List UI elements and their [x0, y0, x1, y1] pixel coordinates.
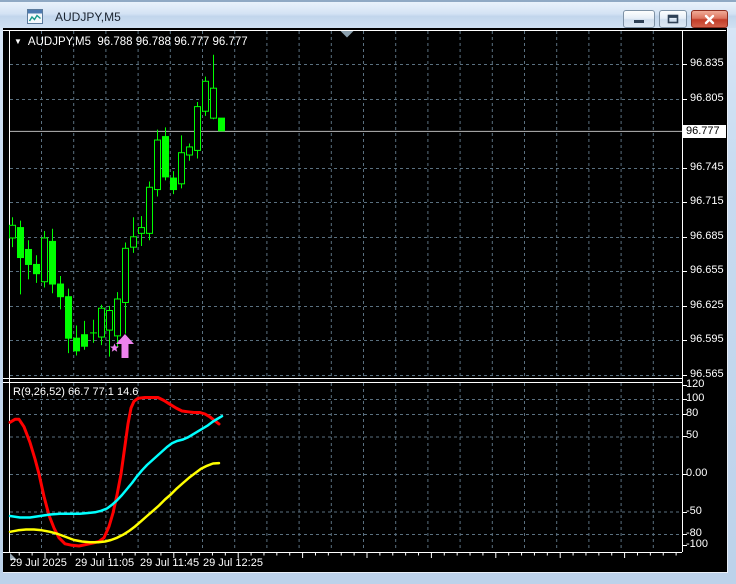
price-axis-label: 96.715 — [690, 195, 724, 207]
candle-body — [130, 236, 137, 248]
candle-body — [98, 307, 105, 338]
candle-body — [186, 146, 193, 156]
candle-body — [218, 117, 225, 132]
candle-body — [162, 136, 169, 178]
candle-body — [17, 227, 24, 259]
time-axis-label: 29 Jul 11:05 — [75, 557, 135, 569]
candle-body — [122, 247, 129, 303]
candle-body — [49, 240, 56, 285]
candle-body — [202, 80, 209, 112]
price-axis-label: 96.655 — [690, 264, 724, 276]
current-price-tag: 96.777 — [683, 124, 726, 138]
candle-body — [65, 296, 72, 339]
chart-shift-marker — [340, 31, 354, 38]
candle-body — [73, 337, 80, 352]
indicator-axis-label: 50 — [686, 429, 699, 441]
price-axis-label: 96.805 — [690, 92, 724, 104]
candle-body — [9, 224, 16, 239]
chart-legend: ▼ AUDJPY,M5 96.788 96.788 96.777 96.777 — [14, 36, 248, 48]
indicator-axis-label: -100 — [686, 538, 709, 550]
price-axis-label: 96.685 — [690, 230, 724, 242]
candle-body — [106, 310, 113, 331]
candle-body — [154, 139, 161, 191]
candle-body — [170, 177, 177, 191]
candle-body — [25, 248, 32, 265]
candle-body — [41, 237, 48, 283]
time-axis-label: 29 Jul 12:25 — [203, 557, 263, 569]
price-axis-label: 96.595 — [690, 333, 724, 345]
candle-body — [138, 227, 145, 234]
indicator-axis-label: -50 — [686, 505, 702, 517]
candle-body — [114, 298, 121, 337]
candle-body — [194, 106, 201, 151]
indicator-axis-label: 80 — [686, 407, 699, 419]
candle-body — [146, 186, 153, 234]
candle-body — [57, 283, 64, 298]
price-axis-label: 96.835 — [690, 57, 724, 69]
symbol-dropdown-icon[interactable]: ▼ — [14, 37, 22, 46]
indicator-axis-label: 0.00 — [686, 467, 708, 479]
indicator-axis-label: 100 — [686, 392, 705, 404]
candle-body — [33, 263, 40, 275]
price-axis-label: 96.625 — [690, 299, 724, 311]
candle-body — [178, 152, 185, 185]
chart-canvas[interactable] — [0, 0, 736, 584]
price-axis-label: 96.745 — [690, 161, 724, 173]
buy-arrow-marker[interactable] — [116, 334, 134, 358]
candle-body — [210, 87, 217, 119]
candle-body — [81, 334, 88, 347]
time-axis-label: 29 Jul 2025 — [10, 557, 67, 569]
indicator-legend: R(9,26,52) 66.7 77.1 14.6 — [13, 386, 139, 398]
chart-legend-text: AUDJPY,M5 96.788 96.788 96.777 96.777 — [27, 36, 248, 48]
time-axis-label: 29 Jul 11:45 — [140, 557, 200, 569]
indicator-axis-label: 120 — [686, 378, 705, 390]
